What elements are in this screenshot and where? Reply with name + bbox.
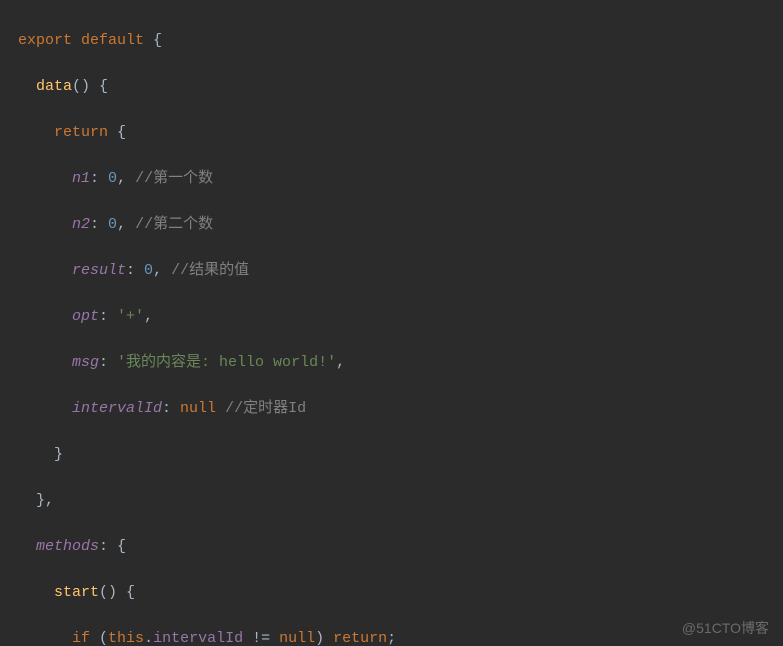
method-name: start: [54, 584, 99, 601]
code-line: if (this.intervalId != null) return;: [18, 627, 783, 646]
code-line: opt: '+',: [18, 305, 783, 328]
code-line: n1: 0, //第一个数: [18, 167, 783, 190]
property: opt: [72, 308, 99, 325]
null: null: [180, 400, 216, 417]
keyword: export default: [18, 32, 144, 49]
number: 0: [108, 216, 117, 233]
number: 0: [108, 170, 117, 187]
code-line: },: [18, 489, 783, 512]
property: intervalId: [153, 630, 243, 646]
brace: {: [144, 32, 162, 49]
code-line: export default {: [18, 29, 783, 52]
keyword: return: [333, 630, 387, 646]
property: n1: [72, 170, 90, 187]
code-line: data() {: [18, 75, 783, 98]
comment: //第一个数: [135, 170, 213, 187]
comment: //第二个数: [135, 216, 213, 233]
null: null: [279, 630, 315, 646]
method-name: data: [36, 78, 72, 95]
comment: //定时器Id: [225, 400, 306, 417]
property: n2: [72, 216, 90, 233]
code-line: msg: '我的内容是: hello world!',: [18, 351, 783, 374]
comment: //结果的值: [171, 262, 249, 279]
watermark: @51CTO博客: [682, 618, 769, 638]
this: this: [108, 630, 144, 646]
property: methods: [36, 538, 99, 555]
code-line: return {: [18, 121, 783, 144]
code-line: }: [18, 443, 783, 466]
keyword: return: [54, 124, 108, 141]
string: '+': [117, 308, 144, 325]
code-line: n2: 0, //第二个数: [18, 213, 783, 236]
property: result: [72, 262, 126, 279]
number: 0: [144, 262, 153, 279]
code-line: methods: {: [18, 535, 783, 558]
property: msg: [72, 354, 99, 371]
code-line: start() {: [18, 581, 783, 604]
string: '我的内容是: hello world!': [117, 354, 336, 371]
code-editor: export default { data() { return { n1: 0…: [0, 0, 783, 646]
keyword: if: [72, 630, 90, 646]
property: intervalId: [72, 400, 162, 417]
code-line: result: 0, //结果的值: [18, 259, 783, 282]
code-line: intervalId: null //定时器Id: [18, 397, 783, 420]
